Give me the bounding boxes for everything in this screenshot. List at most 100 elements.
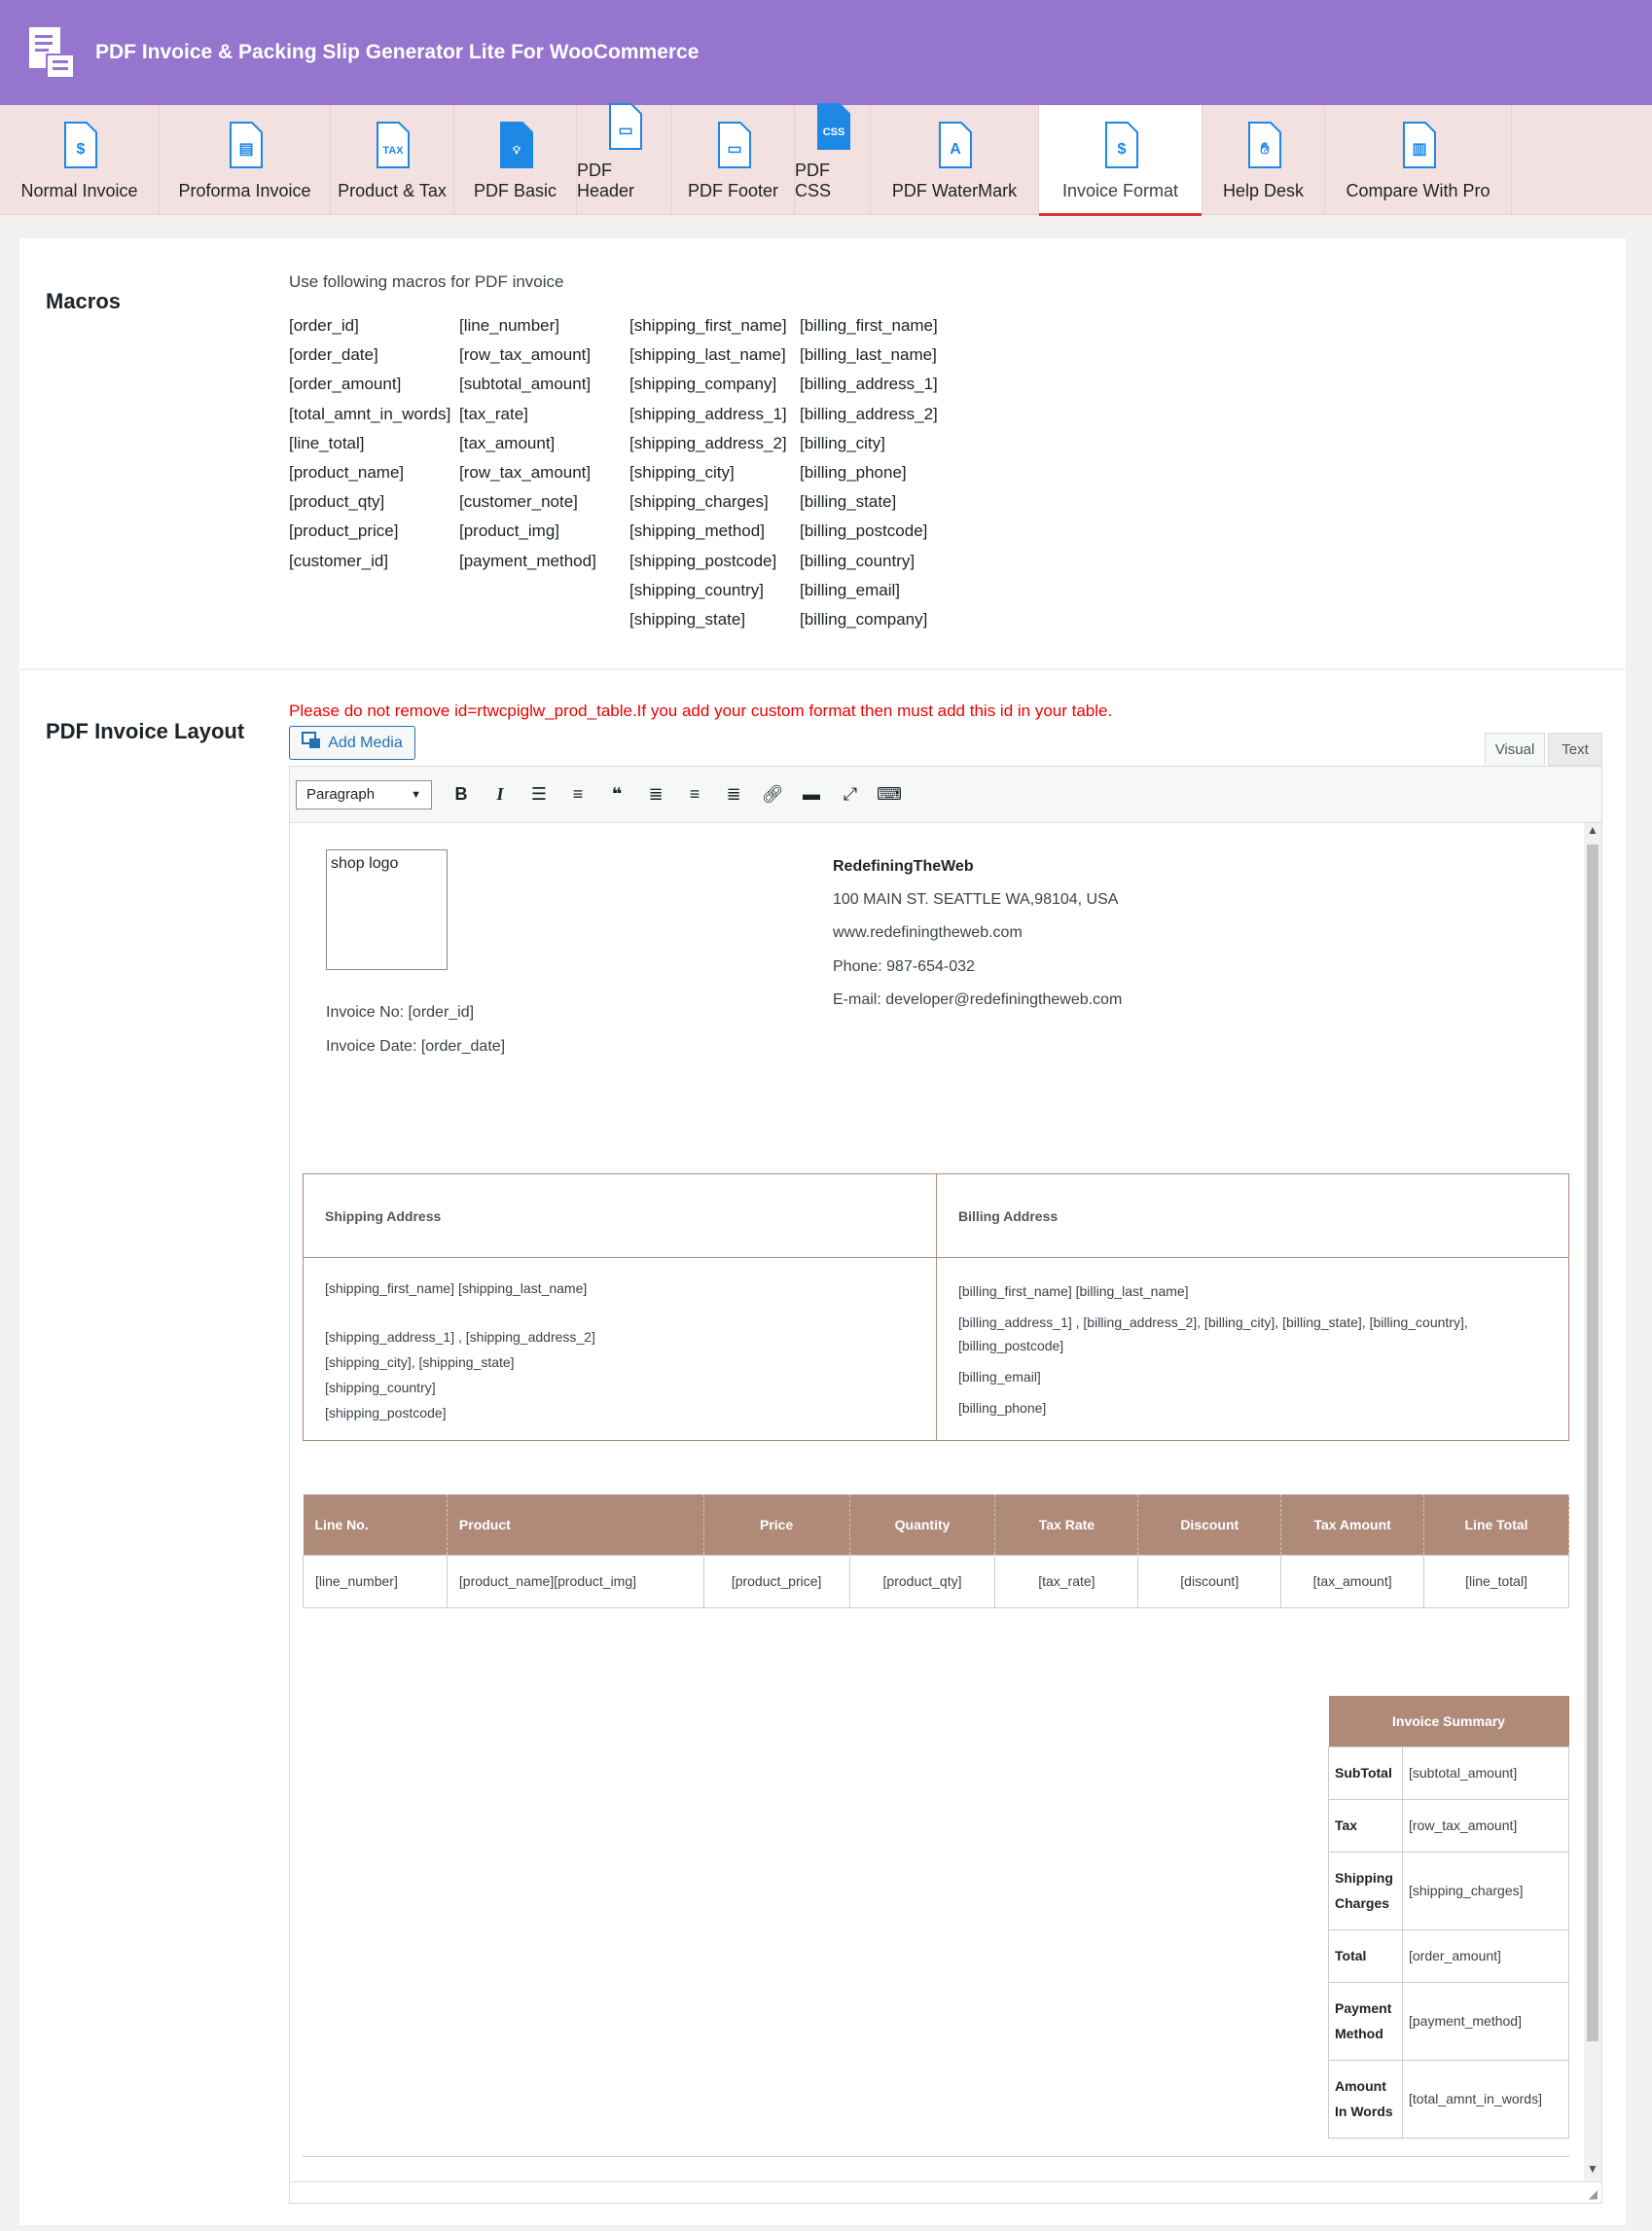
- layout-warning: Please do not remove id=rtwcpiglw_prod_t…: [289, 702, 1113, 720]
- invoice-summary-table: Invoice Summary SubTotal [subtotal_amount…: [1328, 1696, 1569, 2139]
- tab-pdf-header[interactable]: ▭ PDF Header: [577, 102, 672, 215]
- read-more-icon[interactable]: ▬: [796, 779, 827, 810]
- blockquote-icon[interactable]: ❝: [601, 779, 632, 810]
- invoice-icon: $: [55, 119, 104, 171]
- macro-item: [shipping_first_name]: [629, 316, 787, 335]
- tab-proforma-invoice[interactable]: ▤ Proforma Invoice: [160, 105, 331, 215]
- macro-item: [shipping_postcode]: [629, 551, 777, 570]
- macro-item: [shipping_city]: [629, 463, 735, 483]
- macros-panel: Macros Use following macros for PDF invo…: [19, 238, 1626, 668]
- macro-item: [customer_note]: [459, 492, 578, 512]
- product-column-header: Line No.: [303, 1494, 448, 1555]
- fullscreen-icon[interactable]: ⤢: [835, 779, 866, 810]
- macro-item: [tax_amount]: [459, 433, 556, 452]
- add-media-button[interactable]: Add Media: [289, 726, 415, 760]
- format-select[interactable]: Paragraph ▼: [296, 779, 432, 810]
- add-media-label: Add Media: [328, 734, 403, 751]
- macro-item: [billing_state]: [800, 492, 897, 512]
- resize-handle-icon[interactable]: ◢: [1589, 2187, 1598, 2201]
- align-left-icon[interactable]: ≣: [640, 779, 671, 810]
- macro-column-3: [shipping_first_name] [shipping_last_name…: [629, 311, 787, 634]
- align-center-icon[interactable]: ≡: [679, 779, 710, 810]
- macro-item: [payment_method]: [459, 551, 596, 570]
- tab-invoice-format[interactable]: $ Invoice Format: [1039, 105, 1203, 216]
- summary-row: Shipping Charges [shipping_charges]: [1328, 1851, 1569, 1930]
- invoice-editor[interactable]: Paragraph ▼ B I ☰ ≡ ❝ ≣ ≡ ≣ 🔗︎ ▬ ⤢ ⌨ shop…: [289, 766, 1602, 2204]
- media-icon: [302, 732, 321, 754]
- scroll-down-icon[interactable]: ▼: [1584, 2162, 1601, 2181]
- macro-column-4: [billing_first_name] [billing_last_name] […: [800, 311, 938, 634]
- visual-tab[interactable]: Visual: [1485, 733, 1545, 766]
- macro-item: [shipping_country]: [629, 580, 764, 599]
- billing-street: [billing_address_1] , [billing_address_2…: [958, 1314, 1468, 1353]
- billing-name: [billing_first_name] [billing_last_name]: [958, 1283, 1189, 1299]
- numbered-list-icon[interactable]: ≡: [562, 779, 593, 810]
- macro-item: [billing_email]: [800, 580, 900, 599]
- macro-item: [billing_first_name]: [800, 316, 938, 335]
- settings-tabs: $ Normal Invoice ▤ Proforma Invoice TAX Produ…: [0, 102, 1652, 216]
- shipping-street: [shipping_address_1] , [shipping_address…: [325, 1329, 595, 1345]
- tab-compare-with-pro[interactable]: ▥ Compare With Pro: [1325, 105, 1512, 215]
- link-icon[interactable]: 🔗︎: [757, 779, 788, 810]
- company-email: E-mail: developer@redefiningtheweb.com: [833, 991, 1123, 1008]
- tab-label: PDF Basic: [473, 181, 557, 200]
- bold-icon[interactable]: B: [446, 779, 477, 810]
- tab-pdf-watermark[interactable]: A PDF WaterMark: [871, 105, 1039, 215]
- svg-text:CSS: CSS: [822, 126, 844, 138]
- invoice-format-icon: $: [1096, 119, 1145, 171]
- macro-column-2: [line_number] [row_tax_amount] [subtotal_a…: [459, 311, 596, 576]
- svg-text:▭: ▭: [618, 123, 632, 139]
- tab-label: Product & Tax: [338, 181, 447, 200]
- macro-item: [product_price]: [289, 522, 399, 541]
- svg-text:✋︎: ✋︎: [1260, 141, 1270, 158]
- italic-icon[interactable]: I: [485, 779, 516, 810]
- scroll-thumb[interactable]: [1587, 845, 1598, 2041]
- toolbar-toggle-icon[interactable]: ⌨: [874, 779, 905, 810]
- shop-logo-box: shop logo: [326, 849, 448, 970]
- shipping-address-heading: Shipping Address: [303, 1173, 937, 1258]
- macro-item: [product_img]: [459, 522, 559, 541]
- product-cell: [product_qty]: [848, 1554, 996, 1608]
- text-tab[interactable]: Text: [1548, 733, 1602, 766]
- editor-scrollbar[interactable]: ▲ ▼: [1584, 823, 1601, 2181]
- billing-address-body: [billing_first_name] [billing_last_name]…: [936, 1257, 1569, 1441]
- tab-pdf-css[interactable]: CSS PDF CSS: [795, 103, 871, 215]
- billing-phone: [billing_phone]: [958, 1400, 1047, 1416]
- tab-product-tax[interactable]: TAX Product & Tax: [331, 105, 454, 215]
- proforma-invoice-icon: ▤: [221, 119, 269, 171]
- summary-label: SubTotal: [1328, 1745, 1403, 1800]
- bullet-list-icon[interactable]: ☰: [523, 779, 555, 810]
- tab-help-desk[interactable]: ✋︎ Help Desk: [1203, 105, 1325, 215]
- macro-item: [billing_country]: [800, 551, 916, 570]
- summary-value: [order_amount]: [1402, 1928, 1569, 1983]
- page-header-icon: ▭: [600, 102, 649, 151]
- dropdown-arrow-icon: ▼: [411, 788, 421, 801]
- tab-label: PDF WaterMark: [891, 181, 1018, 200]
- product-table: Line No. Product Price Quantity Tax Rate Disc…: [303, 1494, 1569, 1608]
- macros-title: Macros: [46, 289, 122, 313]
- product-column-header: Quantity: [849, 1494, 996, 1555]
- editor-statusbar: ◢: [290, 2181, 1601, 2203]
- tab-normal-invoice[interactable]: $ Normal Invoice: [0, 105, 160, 215]
- product-column-header: Discount: [1137, 1494, 1282, 1555]
- editor-content[interactable]: shop logo Invoice No: [order_id] Invoice…: [290, 823, 1601, 2181]
- svg-text:▭: ▭: [727, 141, 741, 158]
- summary-row: Payment Method [payment_method]: [1328, 1981, 1569, 2061]
- macro-item: [shipping_address_1]: [629, 404, 787, 423]
- macro-item: [billing_address_1]: [800, 375, 938, 394]
- macro-item: [billing_city]: [800, 433, 885, 452]
- product-cell: [line_total]: [1423, 1554, 1569, 1608]
- tab-pdf-footer[interactable]: ▭ PDF Footer: [672, 105, 795, 215]
- macro-item: [product_qty]: [289, 492, 385, 512]
- tab-label: Invoice Format: [1061, 181, 1179, 200]
- invoice-date: Invoice Date: [order_date]: [326, 1038, 506, 1055]
- tab-pdf-basic[interactable]: 💡︎ PDF Basic: [454, 105, 577, 215]
- tab-label: PDF CSS: [795, 161, 832, 200]
- company-address: 100 MAIN ST. SEATTLE WA,98104, USA: [833, 891, 1119, 908]
- summary-row: Total [order_amount]: [1328, 1928, 1569, 1983]
- macro-item: [shipping_state]: [629, 610, 746, 630]
- scroll-up-icon[interactable]: ▲: [1584, 823, 1601, 843]
- align-right-icon[interactable]: ≣: [718, 779, 749, 810]
- summary-label: Payment Method: [1328, 1981, 1403, 2061]
- product-column-header: Product: [447, 1494, 704, 1555]
